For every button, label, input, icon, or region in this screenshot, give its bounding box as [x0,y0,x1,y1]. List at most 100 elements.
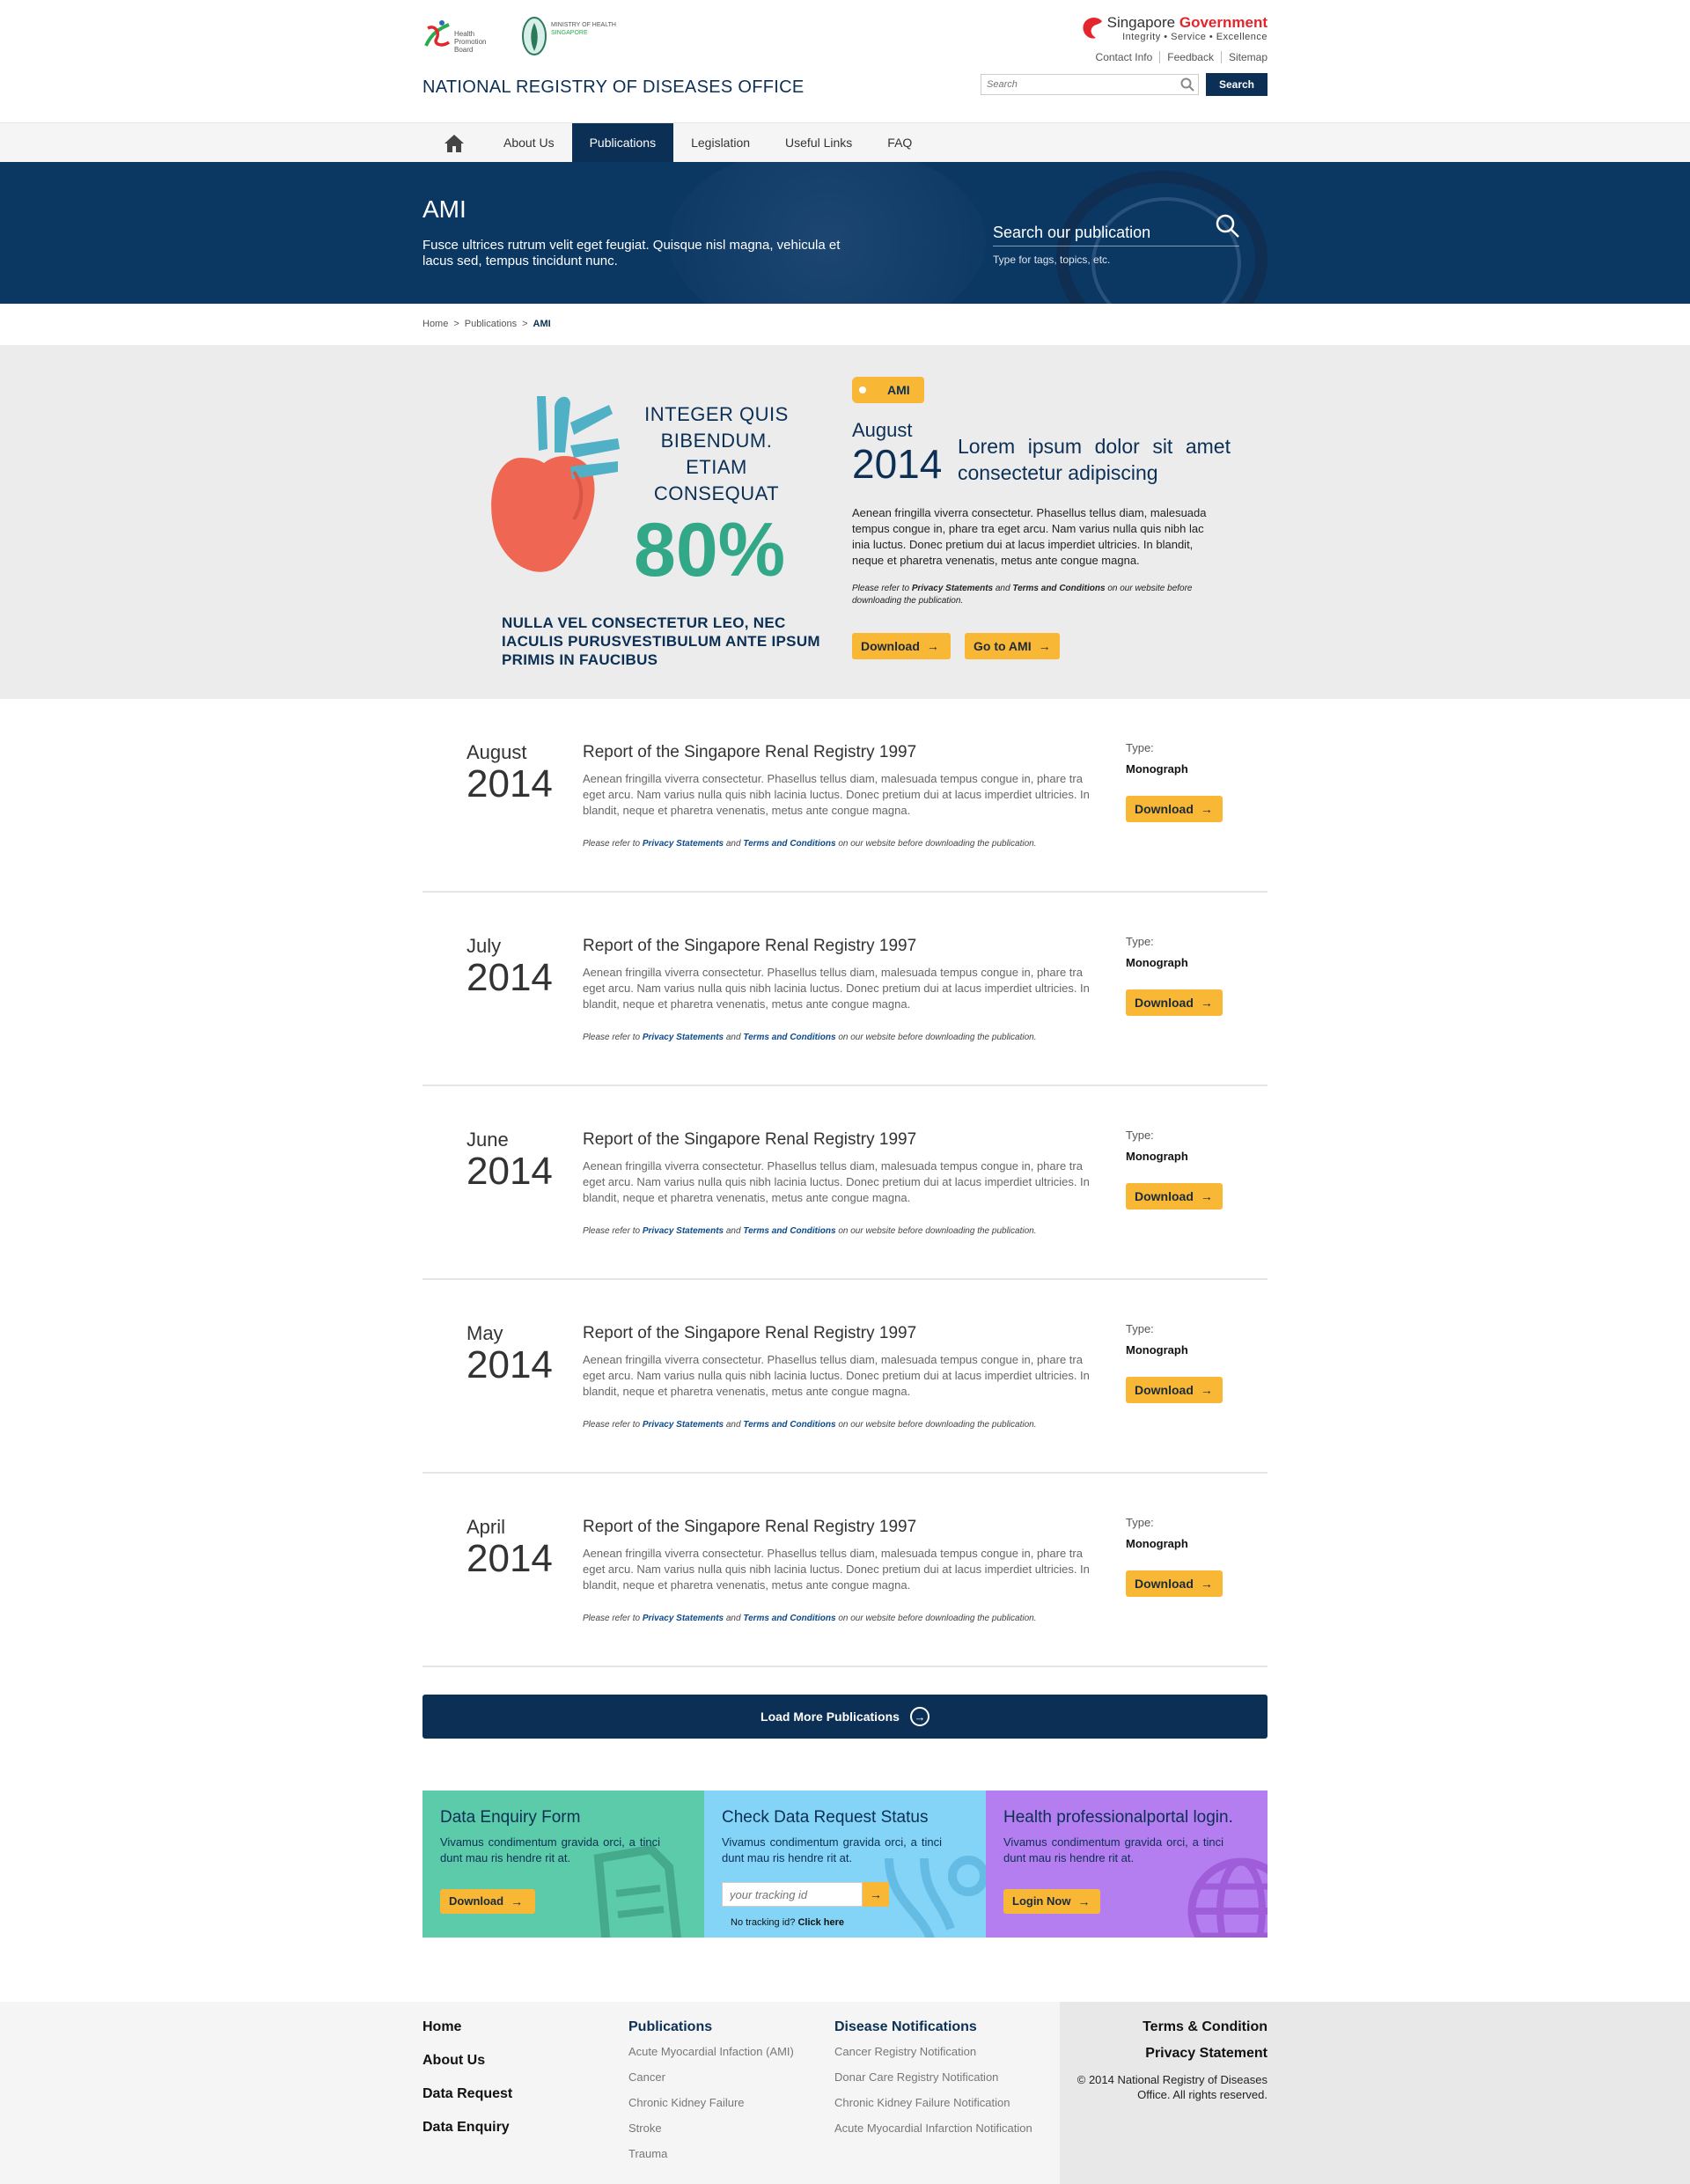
footer-publication-link[interactable]: Trauma [628,2146,822,2161]
data-enquiry-text: Vivamus condimentum gravida orci, a tinc… [440,1835,660,1864]
arrow-right-icon: → [1200,996,1213,1010]
portal-login-card: Health professionalportal login. Vivamus… [986,1791,1268,1938]
publication-title[interactable]: Report of the Singapore Renal Registry 1… [583,1324,916,1343]
enquiry-download-button[interactable]: Download → [440,1889,535,1914]
publication-disclaimer: Please refer to Privacy Statements and T… [583,1226,1037,1236]
search-button[interactable]: Search [1206,73,1268,96]
footer-publication-link[interactable]: Acute Myocardial Infaction (AMI) [628,2044,822,2059]
nav-faq[interactable]: FAQ [870,123,930,163]
footer-data-enquiry-link[interactable]: Data Enquiry [422,2120,512,2136]
feature-question: INTEGER QUIS BIBENDUM. ETIAM CONSEQUAT [644,403,789,504]
footer-notification-link[interactable]: Chronic Kidney Failure Notification [834,2095,1037,2110]
feature-month: August [852,419,913,441]
footer-home-link[interactable]: Home [422,2019,512,2035]
publication-disclaimer: Please refer to Privacy Statements and T… [583,839,1037,849]
publication-item: June 2014 Report of the Singapore Renal Re… [422,1086,1268,1280]
moh-logo[interactable]: MINISTRY OF HEALTH SINGAPORE [521,16,627,58]
privacy-statements-link[interactable]: Privacy Statements [643,839,724,849]
nav-about-us[interactable]: About Us [486,123,572,163]
footer-about-link[interactable]: About Us [422,2053,512,2069]
terms-condition-link[interactable]: Terms & Condition [1074,2019,1268,2035]
category-tag-label: AMI [887,383,910,397]
load-more-button[interactable]: Load More Publications → [422,1695,1268,1739]
publication-download-button[interactable]: Download → [1126,1183,1223,1210]
publication-disclaimer: Please refer to Privacy Statements and T… [583,1614,1037,1623]
singapore-government-logo[interactable]: Singapore Government Integrity • Service… [1083,14,1268,42]
footer-data-request-link[interactable]: Data Request [422,2086,512,2102]
arrow-right-icon: → [1077,1894,1091,1908]
publication-title[interactable]: Report of the Singapore Renal Registry 1… [583,743,916,762]
publication-type-label: Type: [1126,1129,1154,1142]
category-tag[interactable]: AMI [852,377,924,403]
breadcrumb-publications[interactable]: Publications [465,319,517,329]
privacy-statement-link[interactable]: Privacy Statement [1074,2046,1268,2062]
publication-description: Aenean fringilla viverra consectetur. Ph… [583,966,1090,1011]
banner-background-image [669,162,986,304]
feedback-link[interactable]: Feedback [1160,51,1222,63]
portal-login-title: Health professionalportal login. [1003,1808,1233,1827]
go-to-ami-button[interactable]: Go to AMI → [965,633,1060,659]
portal-login-text: Vivamus condimentum gravida orci, a tinc… [1003,1835,1223,1864]
publication-item: August 2014 Report of the Singapore Renal … [422,699,1268,893]
publication-download-button[interactable]: Download → [1126,1570,1223,1597]
publication-description: Aenean fringilla viverra consectetur. Ph… [583,1353,1090,1398]
login-now-button[interactable]: Login Now → [1003,1889,1100,1914]
tracking-id-input[interactable] [723,1883,858,1906]
publication-download-button[interactable]: Download → [1126,1377,1223,1403]
footer-legal: Terms & Condition Privacy Statement © 20… [1074,2019,1268,2102]
publication-year: 2014 [467,1537,553,1580]
nav-publications[interactable]: Publications [571,123,674,163]
sitemap-link[interactable]: Sitemap [1222,51,1268,63]
click-here-link[interactable]: Click here [797,1917,844,1928]
nav-useful-links[interactable]: Useful Links [768,123,870,163]
hpb-logo[interactable]: Health Promotion Board [422,16,503,58]
publication-title[interactable]: Report of the Singapore Renal Registry 1… [583,1130,916,1150]
terms-conditions-link[interactable]: Terms and Conditions [1012,584,1105,593]
publication-disclaimer: Please refer to Privacy Statements and T… [583,1033,1037,1042]
tracking-submit-button[interactable]: → [863,1882,889,1907]
terms-conditions-link[interactable]: Terms and Conditions [743,1033,835,1042]
publication-item: May 2014 Report of the Singapore Renal Reg… [422,1280,1268,1474]
publication-title[interactable]: Report of the Singapore Renal Registry 1… [583,1518,916,1537]
publication-download-button[interactable]: Download → [1126,989,1223,1016]
privacy-statements-link[interactable]: Privacy Statements [643,1033,724,1042]
publication-download-button[interactable]: Download → [1126,796,1223,822]
footer-notification-link[interactable]: Acute Myocardial Infarction Notification [834,2121,1037,2136]
heart-illustration [491,396,620,572]
footer-publications-heading: Publications [628,2019,713,2034]
nav-home[interactable] [422,123,486,163]
publication-search-hint: Type for tags, topics, etc. [993,254,1111,266]
footer-publication-link[interactable]: Stroke [628,2121,822,2136]
publication-type: Monograph [1126,956,1188,969]
feature-disclaimer: Please refer to Privacy Statements and T… [852,584,1193,606]
footer-notification-link[interactable]: Cancer Registry Notification [834,2044,1037,2059]
publication-title[interactable]: Report of the Singapore Renal Registry 1… [583,937,916,956]
publication-year: 2014 [467,1150,553,1193]
data-enquiry-title: Data Enquiry Form [440,1808,581,1827]
search-icon[interactable] [1180,77,1194,92]
terms-conditions-link[interactable]: Terms and Conditions [743,1226,835,1236]
footer-publication-link[interactable]: Chronic Kidney Failure [628,2095,822,2110]
privacy-statements-link[interactable]: Privacy Statements [912,584,993,593]
breadcrumb-home[interactable]: Home [422,319,448,329]
publication-year: 2014 [467,1343,553,1386]
publication-search[interactable]: Search our publication [993,214,1239,246]
breadcrumb-current: AMI [533,319,551,329]
publication-type: Monograph [1126,1537,1188,1550]
contact-info-link[interactable]: Contact Info [1089,51,1161,63]
footer-publications: Publications Acute Myocardial Infaction … [628,2019,822,2172]
footer-main-links: Home About Us Data Request Data Enquiry [422,2019,512,2153]
privacy-statements-link[interactable]: Privacy Statements [643,1614,724,1623]
privacy-statements-link[interactable]: Privacy Statements [643,1420,724,1430]
feature-download-button[interactable]: Download → [852,633,951,659]
search-icon[interactable] [1215,213,1241,239]
terms-conditions-link[interactable]: Terms and Conditions [743,1420,835,1430]
terms-conditions-link[interactable]: Terms and Conditions [743,839,835,849]
footer-publication-link[interactable]: Cancer [628,2070,822,2085]
search-input[interactable] [981,75,1175,94]
nav-legislation[interactable]: Legislation [673,123,768,163]
terms-conditions-link[interactable]: Terms and Conditions [743,1614,835,1623]
privacy-statements-link[interactable]: Privacy Statements [643,1226,724,1236]
footer-notification-link[interactable]: Donar Care Registry Notification [834,2070,1037,2085]
tracking-id-field [722,1882,863,1907]
